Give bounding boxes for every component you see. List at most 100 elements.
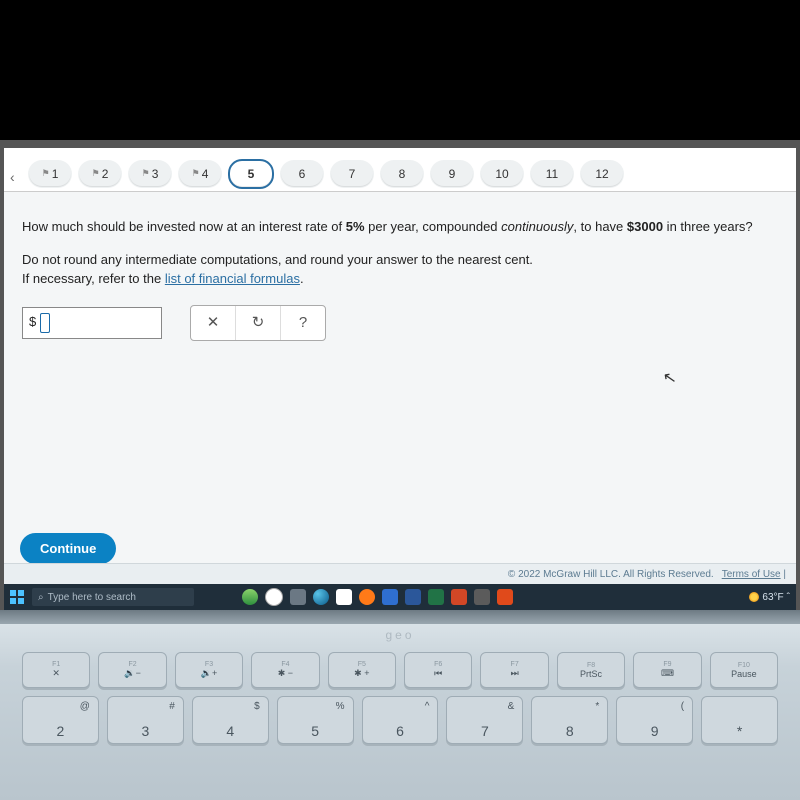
excel-icon[interactable]	[428, 589, 444, 605]
question-instruction-line: Do not round any intermediate computatio…	[22, 252, 533, 267]
nav-pill-label: 1	[52, 167, 59, 181]
nav-pill-7[interactable]: 7	[330, 160, 374, 188]
nav-pill-6[interactable]: 6	[280, 160, 324, 188]
taskbar-apps	[242, 588, 513, 606]
answer-input[interactable]: $	[22, 307, 162, 339]
terms-link[interactable]: Terms of Use	[722, 569, 781, 580]
laptop-screen: ‹ ⚑ 1 ⚑ 2 ⚑ 3 ⚑ 4 5 6 7 8 9	[0, 140, 800, 610]
check-answer-button[interactable]: ✕	[191, 306, 236, 340]
app-icon[interactable]	[474, 589, 490, 605]
laptop-brand: geo	[0, 624, 800, 646]
num-key: #3	[107, 696, 184, 744]
x-icon: ✕	[207, 312, 220, 334]
start-button[interactable]	[10, 590, 24, 604]
num-key: @2	[22, 696, 99, 744]
formulas-link[interactable]: list of financial formulas	[165, 271, 300, 286]
nav-pill-label: 12	[595, 167, 608, 181]
nav-pill-label: 4	[202, 167, 209, 181]
num-key: $4	[192, 696, 269, 744]
taskbar-search[interactable]: ⌕ Type here to search	[32, 588, 194, 606]
answer-tool-row: ✕ ↻ ?	[190, 305, 326, 341]
fn-key: F5✱ +	[328, 652, 396, 688]
temperature-text: 63°F	[762, 592, 783, 603]
question-amount: $3000	[627, 219, 663, 234]
keyboard-num-row: @2 #3 $4 %5 ^6 &7 *8 (9 *	[0, 692, 800, 744]
nav-pill-label: 5	[248, 167, 255, 181]
office-icon[interactable]	[497, 589, 513, 605]
copyright-text: © 2022 McGraw Hill LLC. All Rights Reser…	[508, 569, 714, 580]
footer-pipe: |	[781, 569, 786, 580]
fn-key: F6⏮	[404, 652, 472, 688]
mouse-cursor-icon: ↖	[661, 367, 678, 389]
nav-pill-label: 3	[152, 167, 159, 181]
flag-icon: ⚑	[42, 168, 50, 179]
question-panel: How much should be invested now at an in…	[4, 192, 796, 351]
nav-pill-5[interactable]: 5	[228, 159, 274, 189]
taskview-icon[interactable]	[290, 589, 306, 605]
fn-key: F3🔉+	[175, 652, 243, 688]
cortana-icon[interactable]	[265, 588, 283, 606]
nav-pill-10[interactable]: 10	[480, 160, 524, 188]
word-icon[interactable]	[405, 589, 421, 605]
nav-pill-12[interactable]: 12	[580, 160, 624, 188]
weather-widget[interactable]: 63°F ˆ	[749, 592, 790, 603]
store-icon[interactable]	[336, 589, 352, 605]
nav-pill-3[interactable]: ⚑ 3	[128, 160, 172, 188]
windows-taskbar: ⌕ Type here to search 63°F ˆ	[4, 584, 796, 610]
flag-icon: ⚑	[142, 168, 150, 179]
num-key: *8	[531, 696, 608, 744]
question-compounding: continuously	[501, 219, 573, 234]
flag-icon: ⚑	[192, 168, 200, 179]
app-icon[interactable]	[382, 589, 398, 605]
fn-key: F10Pause	[710, 652, 778, 688]
reset-button[interactable]: ↻	[236, 306, 281, 340]
nav-prev-chevron[interactable]: ‹	[10, 163, 22, 185]
nav-pill-2[interactable]: ⚑ 2	[78, 160, 122, 188]
nav-pill-8[interactable]: 8	[380, 160, 424, 188]
page-footer: © 2022 McGraw Hill LLC. All Rights Reser…	[4, 563, 796, 584]
currency-symbol: $	[29, 313, 36, 332]
answer-row: $ ✕ ↻ ?	[22, 305, 778, 341]
question-instructions: Do not round any intermediate computatio…	[22, 251, 778, 289]
edge-icon[interactable]	[313, 589, 329, 605]
fn-key: F7⏭	[480, 652, 548, 688]
nav-pill-4[interactable]: ⚑ 4	[178, 160, 222, 188]
question-text: How much should be invested now at an in…	[22, 218, 778, 237]
nav-pill-label: 11	[546, 167, 558, 181]
question-fragment: per year, compounded	[365, 219, 502, 234]
question-fragment: If necessary, refer to the	[22, 271, 165, 286]
fn-key: F4✱ −	[251, 652, 319, 688]
nav-pill-11[interactable]: 11	[530, 160, 574, 188]
chevron-up-icon: ˆ	[787, 592, 790, 603]
help-icon: ?	[299, 312, 307, 334]
nav-pill-label: 6	[299, 167, 306, 181]
fn-key: F8PrtSc	[557, 652, 625, 688]
laptop-body: geo F1✕ F2🔉− F3🔉+ F4✱ − F5✱ + F6⏮ F7⏭ F8…	[0, 610, 800, 800]
laptop-hinge	[0, 610, 800, 624]
num-key: ^6	[362, 696, 439, 744]
num-key: *	[701, 696, 778, 744]
flag-icon: ⚑	[92, 168, 100, 179]
num-key: &7	[446, 696, 523, 744]
app-icon[interactable]	[242, 589, 258, 605]
num-key: %5	[277, 696, 354, 744]
nav-pill-label: 9	[449, 167, 456, 181]
nav-pill-label: 2	[102, 167, 109, 181]
text-cursor	[40, 313, 50, 333]
question-fragment: in three years?	[663, 219, 753, 234]
nav-pill-label: 7	[349, 167, 356, 181]
sun-icon	[749, 592, 759, 602]
nav-pill-9[interactable]: 9	[430, 160, 474, 188]
nav-pill-label: 10	[495, 167, 508, 181]
num-key: (9	[616, 696, 693, 744]
nav-pill-label: 8	[399, 167, 406, 181]
question-fragment: How much should be invested now at an in…	[22, 219, 346, 234]
reset-icon: ↻	[252, 312, 265, 334]
help-button[interactable]: ?	[281, 306, 325, 340]
powerpoint-icon[interactable]	[451, 589, 467, 605]
question-fragment: .	[300, 271, 304, 286]
continue-button[interactable]: Continue	[20, 533, 116, 564]
firefox-icon[interactable]	[359, 589, 375, 605]
nav-pill-1[interactable]: ⚑ 1	[28, 160, 72, 188]
search-icon: ⌕	[38, 592, 44, 603]
